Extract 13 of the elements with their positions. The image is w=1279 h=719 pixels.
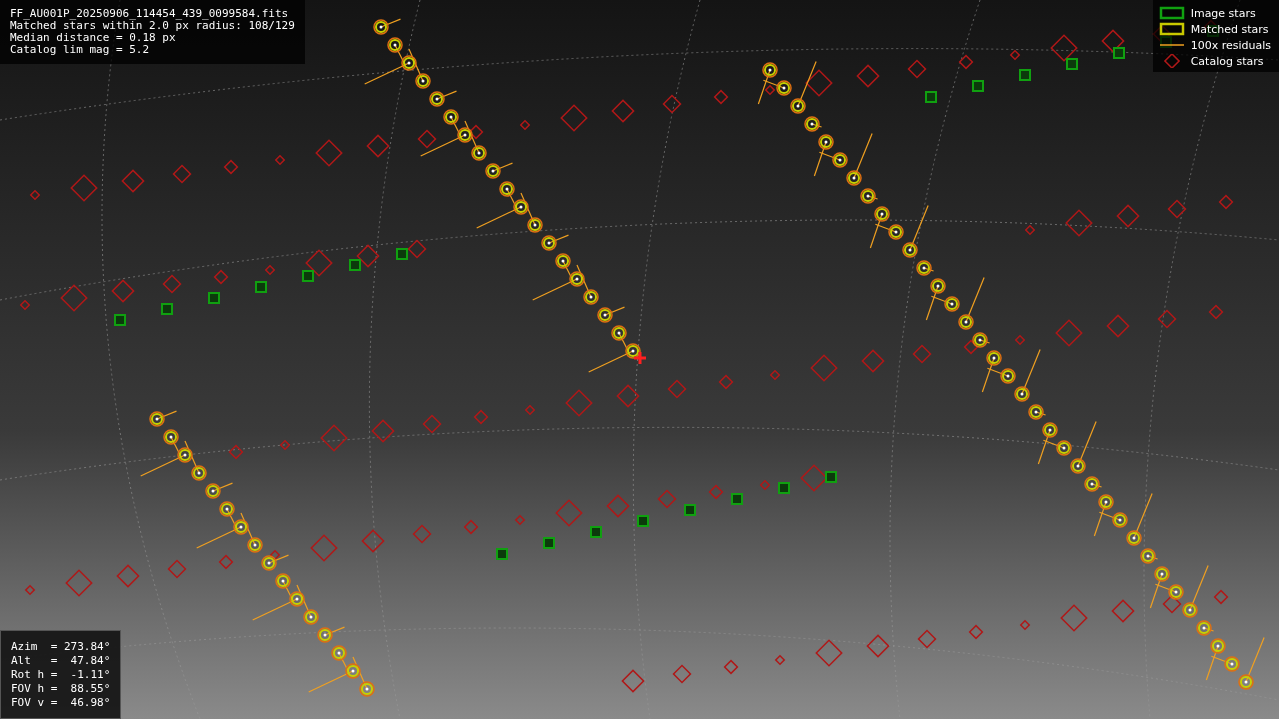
legend-label: Image stars bbox=[1190, 6, 1256, 20]
legend-label: 100x residuals bbox=[1190, 38, 1271, 52]
info-line: Median distance = 0.18 px bbox=[10, 32, 177, 44]
info-line: Catalog lim mag = 5.2 bbox=[10, 44, 151, 56]
pointing-line: Alt = 47.84° bbox=[11, 654, 111, 668]
pointing-line: FOV h = 88.55° bbox=[11, 682, 111, 696]
info-line: FF_AU001P_20250906_114454_439_0099584.fits bbox=[10, 8, 290, 20]
pointing-line: FOV v = 46.98° bbox=[11, 696, 111, 710]
legend-label: Matched stars bbox=[1190, 22, 1269, 36]
legend-label: Catalog stars bbox=[1190, 54, 1264, 68]
pointing-line: Rot h = -1.11° bbox=[11, 668, 111, 682]
pointing-line: Azim = 273.84° bbox=[11, 640, 111, 654]
info-line: Matched stars within 2.0 px radius: 108/129 bbox=[10, 20, 295, 32]
